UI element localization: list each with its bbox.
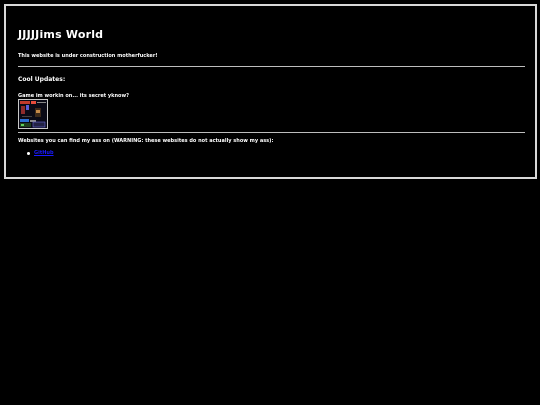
divider bbox=[18, 132, 525, 133]
page-container: JJJJJims World This website is under con… bbox=[4, 4, 537, 179]
game-screenshot-icon[interactable] bbox=[18, 99, 48, 129]
list-item: GitHub bbox=[18, 150, 54, 156]
updates-heading: Cool Updates: bbox=[18, 76, 66, 83]
construction-notice: This website is under construction mothe… bbox=[18, 53, 158, 59]
page-title: JJJJJims World bbox=[18, 28, 104, 41]
divider bbox=[18, 66, 525, 67]
links-caption: Websites you can find my ass on (WARNING… bbox=[18, 138, 274, 144]
external-links-list: GitHub bbox=[18, 150, 54, 156]
github-link[interactable]: GitHub bbox=[34, 150, 54, 156]
bullet-icon bbox=[27, 152, 30, 155]
game-screenshot-art bbox=[19, 100, 47, 128]
